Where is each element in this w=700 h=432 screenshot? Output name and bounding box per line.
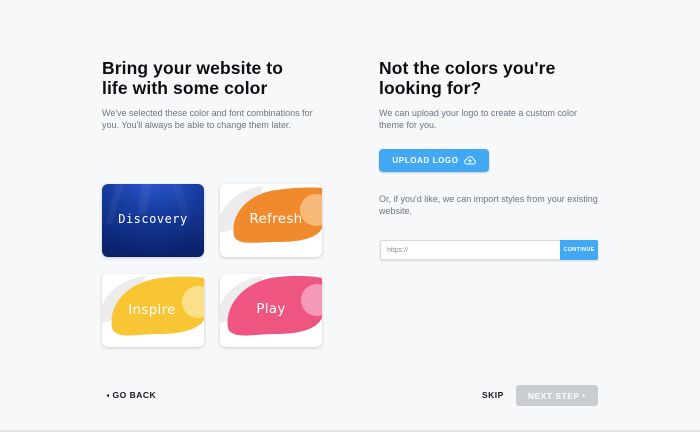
go-back-button[interactable]: ◂ GO BACK (106, 390, 156, 400)
theme-card-discovery[interactable]: Discovery (102, 184, 204, 257)
title-line-1: Not the colors you're (379, 58, 556, 78)
theme-section-title: Bring your website to life with some col… (102, 58, 332, 98)
theme-card-label: Play (256, 301, 286, 317)
theme-card-grid: Discovery Refresh Inspire Play (102, 184, 324, 349)
theme-card-label: Discovery (118, 212, 188, 226)
upload-logo-button[interactable]: UPLOAD LOGO (379, 149, 489, 172)
website-url-input[interactable] (380, 240, 560, 260)
upload-logo-label: UPLOAD LOGO (392, 156, 459, 165)
theme-card-label: Inspire (128, 302, 176, 318)
custom-color-description: We can upload your logo to create a cust… (379, 108, 577, 130)
continue-button[interactable]: CONTINUE (560, 240, 598, 260)
title-line-1: Bring your website to (102, 58, 284, 78)
title-line-2: looking for? (379, 78, 482, 98)
theme-section: Bring your website to life with some col… (102, 58, 332, 131)
title-line-2: life with some color (102, 78, 268, 98)
theme-section-description: We've selected these color and font comb… (102, 108, 313, 130)
page: Bring your website to life with some col… (0, 0, 700, 432)
theme-card-play[interactable]: Play (220, 274, 322, 347)
website-url-form: CONTINUE (380, 240, 598, 260)
skip-button[interactable]: SKIP (482, 390, 504, 400)
custom-color-section: Not the colors you're looking for? We ca… (379, 58, 604, 131)
theme-card-refresh[interactable]: Refresh (220, 184, 322, 257)
go-back-label: GO BACK (112, 390, 157, 400)
theme-card-label: Refresh (249, 211, 303, 227)
custom-color-section-title: Not the colors you're looking for? (379, 58, 604, 98)
next-step-button[interactable]: NEXT STEP ▸ (516, 385, 598, 406)
cloud-upload-icon (463, 156, 476, 165)
import-styles-text: Or, if you'd like, we can import styles … (379, 194, 598, 216)
next-step-label: NEXT STEP (527, 390, 580, 401)
chevron-left-icon: ◂ (106, 392, 110, 399)
theme-card-inspire[interactable]: Inspire (102, 274, 204, 347)
chevron-right-icon: ▸ (582, 393, 587, 399)
